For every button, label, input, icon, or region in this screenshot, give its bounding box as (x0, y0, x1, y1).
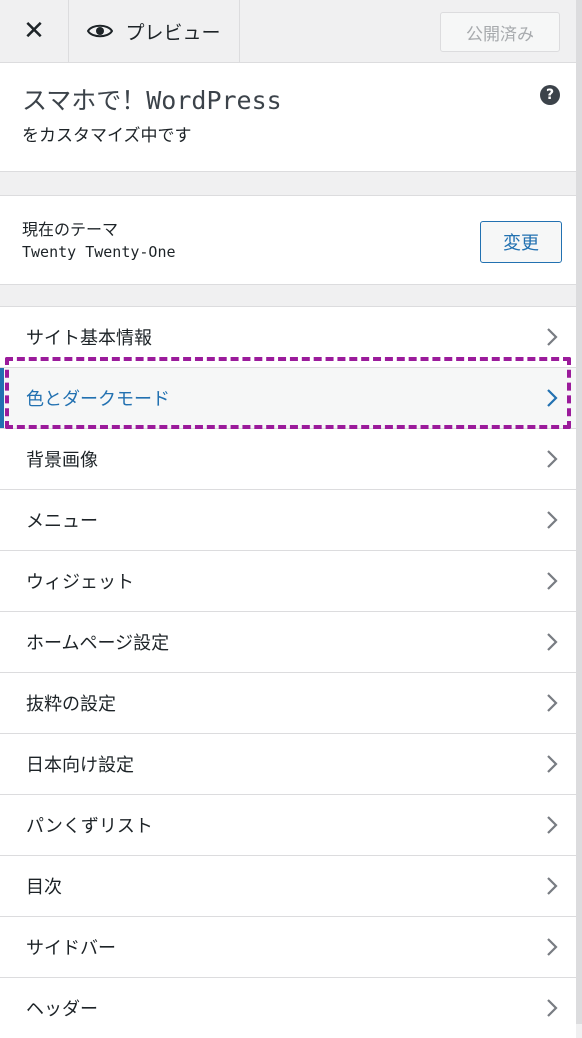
menu-item[interactable]: 色とダークモード (0, 367, 576, 428)
chevron-right-icon (547, 450, 558, 468)
scrollbar[interactable] (576, 0, 582, 1024)
menu-item-label: ウィジェット (26, 572, 134, 593)
chevron-right-icon (547, 816, 558, 834)
menu-item-label: ヘッダー (26, 999, 98, 1020)
menu-item-label: メニュー (26, 511, 98, 532)
chevron-right-icon (547, 999, 558, 1017)
customizer-title-panel: スマホで！WordPress をカスタマイズ中です ? (0, 63, 576, 172)
close-icon: ✕ (23, 16, 45, 46)
menu-item[interactable]: ホームページ設定 (0, 611, 576, 672)
chevron-right-icon (547, 389, 558, 407)
eye-icon (87, 22, 114, 40)
current-theme-label: 現在のテーマ (22, 220, 119, 239)
menu-item[interactable]: メニュー (0, 489, 576, 550)
menu-item-label: 日本向け設定 (26, 755, 134, 776)
menu-item-label: サイドバー (26, 938, 116, 959)
menu-item[interactable]: サイト基本情報 (0, 306, 576, 367)
site-title: スマホで！WordPress (22, 86, 282, 115)
menu-item-label: パンくずリスト (26, 816, 153, 837)
chevron-right-icon (547, 938, 558, 956)
menu-item[interactable]: 日本向け設定 (0, 733, 576, 794)
menu-item[interactable]: パンくずリスト (0, 794, 576, 855)
publish-button[interactable]: 公開済み (440, 12, 560, 52)
menu-item-label: 目次 (26, 877, 62, 898)
menu-item-label: 背景画像 (26, 450, 98, 471)
current-theme-panel: 現在のテーマ Twenty Twenty-One 変更 (0, 195, 576, 285)
change-theme-button[interactable]: 変更 (480, 221, 562, 263)
chevron-right-icon (547, 694, 558, 712)
menu-item[interactable]: 背景画像 (0, 428, 576, 489)
chevron-right-icon (547, 572, 558, 590)
chevron-right-icon (547, 877, 558, 895)
chevron-right-icon (547, 633, 558, 651)
menu-item-label: 抜粋の設定 (26, 694, 116, 715)
preview-button[interactable]: プレビュー (69, 0, 240, 62)
customizer-section-list: サイト基本情報 色とダークモード 背景画像メニューウィジェットホームページ設定 抜粋の… (0, 306, 576, 1038)
question-icon[interactable]: ? (540, 85, 560, 105)
chevron-right-icon (547, 755, 558, 773)
chevron-right-icon (547, 511, 558, 529)
preview-label: プレビュー (125, 21, 221, 44)
chevron-right-icon (547, 328, 558, 346)
close-button[interactable]: ✕ (0, 0, 69, 62)
menu-item[interactable]: 抜粋の設定 (0, 672, 576, 733)
menu-item-label: サイト基本情報 (26, 328, 152, 349)
menu-item[interactable]: ヘッダー (0, 977, 576, 1038)
customizer-header: ✕ プレビュー 公開済み (0, 0, 576, 63)
menu-item[interactable]: ウィジェット (0, 550, 576, 611)
current-theme-name: Twenty Twenty-One (22, 243, 176, 261)
menu-item[interactable]: サイドバー (0, 916, 576, 977)
menu-item[interactable]: 目次 (0, 855, 576, 916)
menu-item-label: ホームページ設定 (26, 633, 170, 654)
customizing-subtitle: をカスタマイズ中です (22, 126, 192, 146)
menu-item-label: 色とダークモード (26, 389, 170, 410)
